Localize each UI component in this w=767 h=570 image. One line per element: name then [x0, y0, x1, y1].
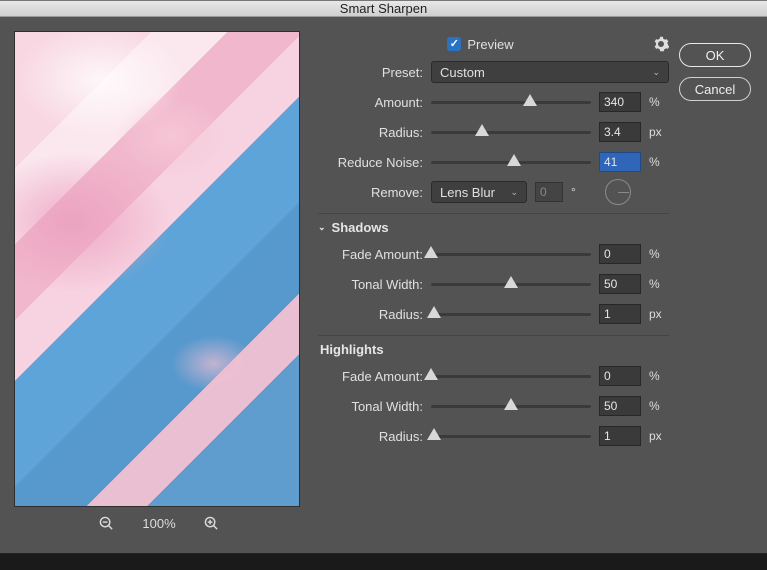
shadows-fade-label: Fade Amount: [318, 247, 423, 262]
preset-value: Custom [440, 65, 485, 80]
highlights-radius-unit: px [649, 429, 669, 443]
zoom-out-icon[interactable] [98, 515, 114, 531]
radius-input[interactable]: 3.4 [599, 122, 641, 142]
amount-input[interactable]: 340 [599, 92, 641, 112]
reduce-noise-label: Reduce Noise: [318, 155, 423, 170]
shadows-tonal-input[interactable]: 50 [599, 274, 641, 294]
highlights-tonal-label: Tonal Width: [318, 399, 423, 414]
window-title: Smart Sharpen [340, 1, 427, 16]
shadows-fade-unit: % [649, 247, 669, 261]
radius-slider[interactable] [431, 123, 591, 141]
gear-icon[interactable] [653, 36, 669, 52]
highlights-tonal-input[interactable]: 50 [599, 396, 641, 416]
zoom-level: 100% [142, 516, 175, 531]
radius-unit: px [649, 125, 669, 139]
ok-button[interactable]: OK [679, 43, 751, 67]
zoom-in-icon[interactable] [204, 515, 220, 531]
amount-slider[interactable] [431, 93, 591, 111]
reduce-noise-unit: % [649, 155, 669, 169]
highlights-radius-input[interactable]: 1 [599, 426, 641, 446]
angle-input: 0 [535, 182, 563, 202]
cancel-button[interactable]: Cancel [679, 77, 751, 101]
highlights-tonal-slider[interactable] [431, 397, 591, 415]
preset-select[interactable]: Custom ⌄ [431, 61, 669, 83]
shadows-radius-unit: px [649, 307, 669, 321]
shadows-radius-input[interactable]: 1 [599, 304, 641, 324]
highlights-fade-unit: % [649, 369, 669, 383]
titlebar: Smart Sharpen [0, 1, 767, 17]
highlights-radius-label: Radius: [318, 429, 423, 444]
shadows-radius-label: Radius: [318, 307, 423, 322]
highlights-fade-label: Fade Amount: [318, 369, 423, 384]
angle-unit: ° [571, 185, 591, 199]
highlights-title-row: Highlights [318, 338, 669, 361]
preview-checkbox[interactable] [447, 37, 461, 51]
smart-sharpen-dialog: Smart Sharpen 100% [0, 0, 767, 554]
highlights-title: Highlights [318, 342, 384, 357]
highlights-tonal-unit: % [649, 399, 669, 413]
angle-dial[interactable] [605, 179, 631, 205]
shadows-radius-slider[interactable] [431, 305, 591, 323]
highlights-radius-slider[interactable] [431, 427, 591, 445]
preview-label: Preview [467, 37, 513, 52]
radius-label: Radius: [318, 125, 423, 140]
reduce-noise-input[interactable]: 41 [599, 152, 641, 172]
chevron-down-icon: ⌄ [510, 187, 518, 198]
shadows-section-toggle[interactable]: ⌄ Shadows [318, 216, 669, 239]
remove-value: Lens Blur [440, 185, 495, 200]
shadows-tonal-label: Tonal Width: [318, 277, 423, 292]
shadows-title: Shadows [332, 220, 389, 235]
reduce-noise-slider[interactable] [431, 153, 591, 171]
amount-label: Amount: [318, 95, 423, 110]
shadows-fade-slider[interactable] [431, 245, 591, 263]
preview-image[interactable] [14, 31, 300, 507]
amount-unit: % [649, 95, 669, 109]
preset-label: Preset: [318, 65, 423, 80]
highlights-fade-slider[interactable] [431, 367, 591, 385]
disclosure-down-icon: ⌄ [318, 222, 326, 233]
highlights-fade-input[interactable]: 0 [599, 366, 641, 386]
shadows-fade-input[interactable]: 0 [599, 244, 641, 264]
remove-label: Remove: [318, 185, 423, 200]
shadows-tonal-unit: % [649, 277, 669, 291]
shadows-tonal-slider[interactable] [431, 275, 591, 293]
chevron-down-icon: ⌄ [652, 67, 660, 78]
remove-select[interactable]: Lens Blur ⌄ [431, 181, 527, 203]
